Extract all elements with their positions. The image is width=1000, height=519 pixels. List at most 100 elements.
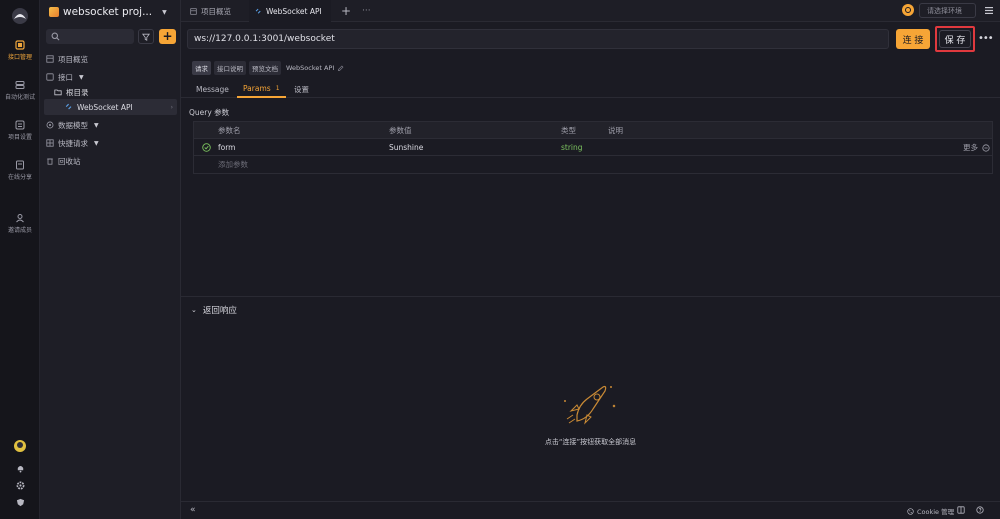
- api-name[interactable]: WebSocket API: [286, 64, 334, 72]
- project-icon: [49, 7, 59, 17]
- settings-icon: [15, 120, 25, 130]
- collapse-sidebar-button[interactable]: «: [190, 505, 196, 515]
- tree-item-websocket-api[interactable]: WebSocket API ›: [44, 99, 177, 115]
- more-circle-icon: [982, 143, 990, 152]
- filter-button[interactable]: [138, 29, 154, 44]
- new-tab-button[interactable]: +: [341, 0, 351, 22]
- header-value: 参数值: [389, 126, 412, 135]
- header-desc: 说明: [608, 126, 623, 135]
- tree-item-overview[interactable]: 项目概览: [46, 51, 88, 67]
- cookie-icon: [907, 507, 914, 515]
- tree-item-quick-request[interactable]: 快捷请求 ▼: [46, 135, 99, 151]
- row-enabled-checkbox[interactable]: [202, 139, 211, 156]
- rail-label-invite: 邀请成员: [7, 227, 32, 234]
- tree-item-models[interactable]: 数据模型 ▼: [46, 117, 99, 133]
- tab-label-overview: 项目概览: [201, 6, 231, 16]
- caret-down-icon: ▼: [79, 73, 84, 81]
- rail-item-automation[interactable]: 自动化测试: [0, 80, 40, 101]
- more-actions-button[interactable]: •••: [978, 33, 994, 45]
- save-button-highlight[interactable]: 保 存: [935, 26, 975, 52]
- gear-icon: [16, 481, 24, 490]
- add-param-placeholder[interactable]: 添加参数: [218, 156, 248, 173]
- layout-icon: [957, 506, 965, 514]
- tab-more-button[interactable]: ···: [362, 0, 371, 22]
- connect-button[interactable]: 连 接: [896, 29, 930, 49]
- tree-label-ws-api: WebSocket API: [77, 102, 133, 112]
- edit-icon[interactable]: [337, 65, 344, 72]
- url-input[interactable]: ws://127.0.0.1:3001/websocket: [187, 29, 889, 49]
- help-button[interactable]: [0, 498, 40, 509]
- save-button[interactable]: 保 存: [939, 30, 971, 48]
- rail-item-invite[interactable]: 邀请成员: [0, 213, 40, 234]
- row-more-button[interactable]: 更多: [963, 139, 990, 156]
- rail-item-project-settings[interactable]: 项目设置: [0, 120, 40, 141]
- cookie-label: Cookie 管理: [917, 508, 955, 516]
- caret-down-icon: ▼: [94, 121, 99, 129]
- add-param-row[interactable]: 添加参数: [194, 156, 992, 173]
- api-folder-icon: [46, 73, 54, 81]
- tab-message[interactable]: Message: [196, 80, 229, 98]
- doc-mode-chips: 请求 接口说明 预览文档 WebSocket API: [192, 61, 344, 75]
- search-icon: [51, 32, 60, 41]
- help-icon: [976, 506, 984, 514]
- quick-request-icon: [46, 139, 54, 147]
- layout-button[interactable]: [957, 506, 965, 516]
- rail-label-share: 在线分享: [7, 174, 32, 181]
- rail-label-automation: 自动化测试: [4, 94, 35, 101]
- chevron-right-icon: ›: [170, 103, 173, 111]
- check-circle-icon: [202, 143, 211, 152]
- tree-item-trash[interactable]: 回收站: [46, 153, 81, 169]
- settings-button[interactable]: [0, 481, 40, 492]
- param-type-cell[interactable]: string: [561, 139, 583, 156]
- rocket-illustration-icon: [564, 385, 616, 425]
- environment-select[interactable]: 请选择环境: [919, 3, 976, 18]
- rail-label-settings: 项目设置: [7, 134, 32, 141]
- header-name: 参数名: [218, 126, 241, 135]
- tab-websocket-api[interactable]: WebSocket API: [249, 0, 331, 22]
- rail-item-api-management[interactable]: 接口管理: [0, 40, 40, 61]
- project-name: websocket proj...: [63, 6, 153, 18]
- chip-preview-doc[interactable]: 预览文档: [249, 61, 281, 75]
- tree-label-models: 数据模型: [58, 120, 88, 130]
- tab-overview[interactable]: 项目概览: [190, 0, 239, 22]
- cookie-manager-button[interactable]: Cookie 管理: [907, 506, 954, 516]
- tree-item-apis[interactable]: 接口 ▼: [46, 69, 84, 85]
- params-count-badge: 1: [275, 84, 280, 92]
- chevron-down-icon: ⌄: [191, 306, 197, 314]
- hamburger-icon: [984, 7, 993, 14]
- param-value-cell[interactable]: Sunshine: [389, 139, 423, 156]
- rail-label-api: 接口管理: [7, 54, 32, 61]
- websocket-icon: [65, 103, 72, 110]
- rail-item-share[interactable]: 在线分享: [0, 160, 40, 181]
- trash-icon: [47, 158, 53, 165]
- header-type: 类型: [561, 126, 576, 135]
- notification-button[interactable]: [0, 464, 40, 475]
- table-row[interactable]: form Sunshine string 更多: [194, 139, 992, 156]
- tab-params[interactable]: Params 1: [237, 80, 286, 98]
- avatar-icon: [14, 440, 26, 452]
- project-switcher[interactable]: websocket proj... ▼: [49, 5, 167, 19]
- model-icon: [46, 121, 54, 129]
- overview-icon: [46, 55, 54, 63]
- add-button[interactable]: +: [159, 29, 176, 44]
- help-button[interactable]: [976, 506, 984, 516]
- left-rail: 接口管理 自动化测试 项目设置 在线分享 邀请成员: [0, 0, 40, 519]
- response-header[interactable]: ⌄ 返回响应: [191, 304, 237, 316]
- tree-label-overview: 项目概览: [58, 54, 88, 64]
- api-icon: [15, 40, 25, 50]
- row-more-label: 更多: [963, 143, 978, 152]
- environment-placeholder: 请选择环境: [927, 6, 962, 15]
- project-sidebar: websocket proj... ▼ + 项目概览 接口 ▼ 根目录 WebS…: [40, 0, 181, 519]
- shield-icon: [16, 498, 24, 507]
- tree-search-input[interactable]: [46, 29, 134, 44]
- tree-item-root[interactable]: 根目录: [54, 84, 89, 100]
- chip-api-doc[interactable]: 接口说明: [214, 61, 246, 75]
- param-name-cell[interactable]: form: [218, 139, 236, 156]
- request-subtabs: Message Params 1 设置: [181, 80, 1000, 98]
- user-avatar[interactable]: [0, 440, 40, 454]
- menu-button[interactable]: [981, 3, 996, 18]
- url-value: ws://127.0.0.1:3001/websocket: [194, 34, 335, 44]
- table-header: 参数名 参数值 类型 说明: [194, 122, 992, 139]
- tab-settings[interactable]: 设置: [294, 80, 309, 98]
- chip-request[interactable]: 请求: [192, 61, 211, 75]
